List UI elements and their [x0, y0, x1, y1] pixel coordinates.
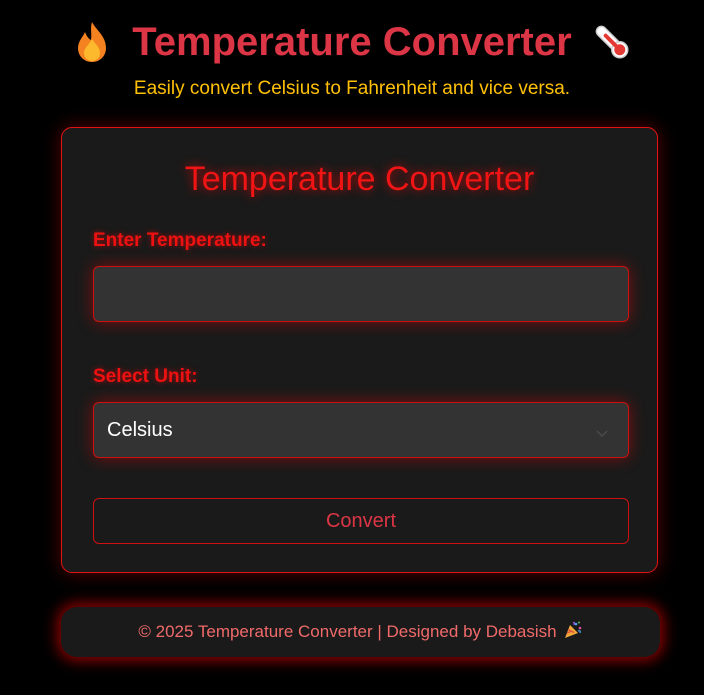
converter-card: Temperature Converter Enter Temperature:…: [61, 127, 658, 573]
header: Temperature Converter Easily convert Cel…: [0, 14, 704, 100]
convert-button[interactable]: Convert: [93, 498, 629, 544]
temperature-input[interactable]: [93, 266, 629, 322]
page-title: Temperature Converter: [132, 19, 572, 64]
unit-select-value: Celsius: [107, 418, 173, 441]
chevron-down-icon: [596, 425, 608, 438]
footer-text: © 2025 Temperature Converter | Designed …: [138, 622, 557, 641]
temperature-label: Enter Temperature:: [93, 230, 267, 251]
fire-icon: [72, 20, 112, 64]
title-row: Temperature Converter: [0, 14, 704, 70]
subtitle: Easily convert Celsius to Fahrenheit and…: [133, 78, 571, 99]
page: Temperature Converter Easily convert Cel…: [0, 0, 704, 695]
card-title: Temperature Converter: [184, 160, 535, 198]
party-popper-icon: [563, 620, 583, 645]
thermometer-icon: [592, 20, 632, 64]
footer: © 2025 Temperature Converter | Designed …: [61, 607, 660, 657]
unit-select[interactable]: Celsius: [93, 402, 629, 458]
unit-label: Select Unit:: [93, 366, 198, 387]
